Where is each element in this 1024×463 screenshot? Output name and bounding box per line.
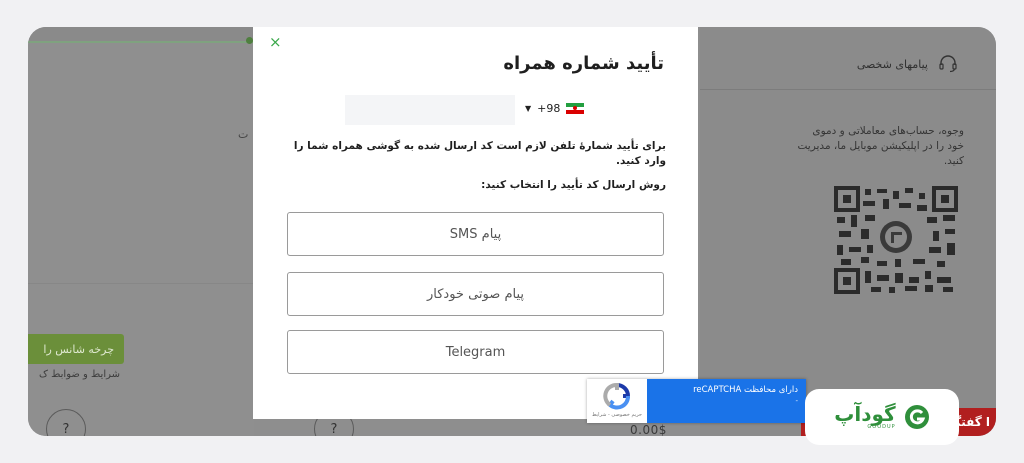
verification-description: برای تأیید شمارهٔ تلفن لازم است کد ارسال… xyxy=(293,140,666,167)
brand-sub: GOODUP xyxy=(867,424,896,430)
goodup-logo: گودآپ GOODUP xyxy=(805,389,959,445)
background-divider xyxy=(28,283,254,284)
personal-messages-label: پیامهای شخصی xyxy=(856,57,928,71)
goodup-wordmark: گودآپ GOODUP xyxy=(834,404,895,430)
phone-verification-modal: × تأیید شماره همراه ▼ +98 برای تأیید شما… xyxy=(253,27,698,419)
terms-link[interactable]: شرایط و ضوابط ک xyxy=(30,369,120,380)
voice-call-option-button[interactable]: پیام صوتی خودکار xyxy=(287,272,664,316)
recaptcha-icon xyxy=(603,383,631,410)
background-progress-bar xyxy=(28,27,258,43)
country-code-selector[interactable]: ▼ +98 xyxy=(525,102,585,115)
modal-title: تأیید شماره همراه xyxy=(503,53,664,74)
phone-number-row: ▼ +98 xyxy=(345,95,609,125)
iran-flag-icon xyxy=(566,103,585,115)
close-icon[interactable]: × xyxy=(269,35,282,50)
wheel-of-fortune-button[interactable]: چرخه شانس را xyxy=(28,334,124,364)
telegram-option-button[interactable]: Telegram xyxy=(287,330,664,374)
price-value: 0.00$ xyxy=(630,423,667,436)
recaptcha-logo: حریم خصوصی - شرایط xyxy=(587,379,647,423)
mobile-app-description: وجوه، حساب‌های معاملاتی و دموی خود را در… xyxy=(797,125,964,167)
headset-icon xyxy=(939,55,957,73)
recaptcha-info: دارای محافظت reCAPTCHA - xyxy=(647,379,806,423)
brand-name: گودآپ xyxy=(834,402,896,426)
chevron-down-icon: ▼ xyxy=(525,104,532,113)
recaptcha-links[interactable]: حریم خصوصی - شرایط xyxy=(592,412,642,418)
recaptcha-badge[interactable]: حریم خصوصی - شرایط دارای محافظت reCAPTCH… xyxy=(587,379,806,423)
send-method-label: روش ارسال کد تأیید را انتخاب کنید: xyxy=(481,179,666,191)
background-progress-dot xyxy=(246,37,253,44)
sms-option-button[interactable]: پیام SMS xyxy=(287,212,664,256)
recaptcha-title: دارای محافظت reCAPTCHA xyxy=(693,385,798,395)
background-divider xyxy=(700,89,996,90)
goodup-logo-icon xyxy=(904,405,929,429)
qr-code-icon xyxy=(833,185,959,295)
recaptcha-subtitle: - xyxy=(795,397,798,405)
personal-messages-header[interactable]: پیامهای شخصی xyxy=(700,43,996,85)
background-text-fragment: ت xyxy=(238,128,249,141)
country-code: +98 xyxy=(537,102,561,115)
phone-number-input[interactable] xyxy=(345,95,515,125)
